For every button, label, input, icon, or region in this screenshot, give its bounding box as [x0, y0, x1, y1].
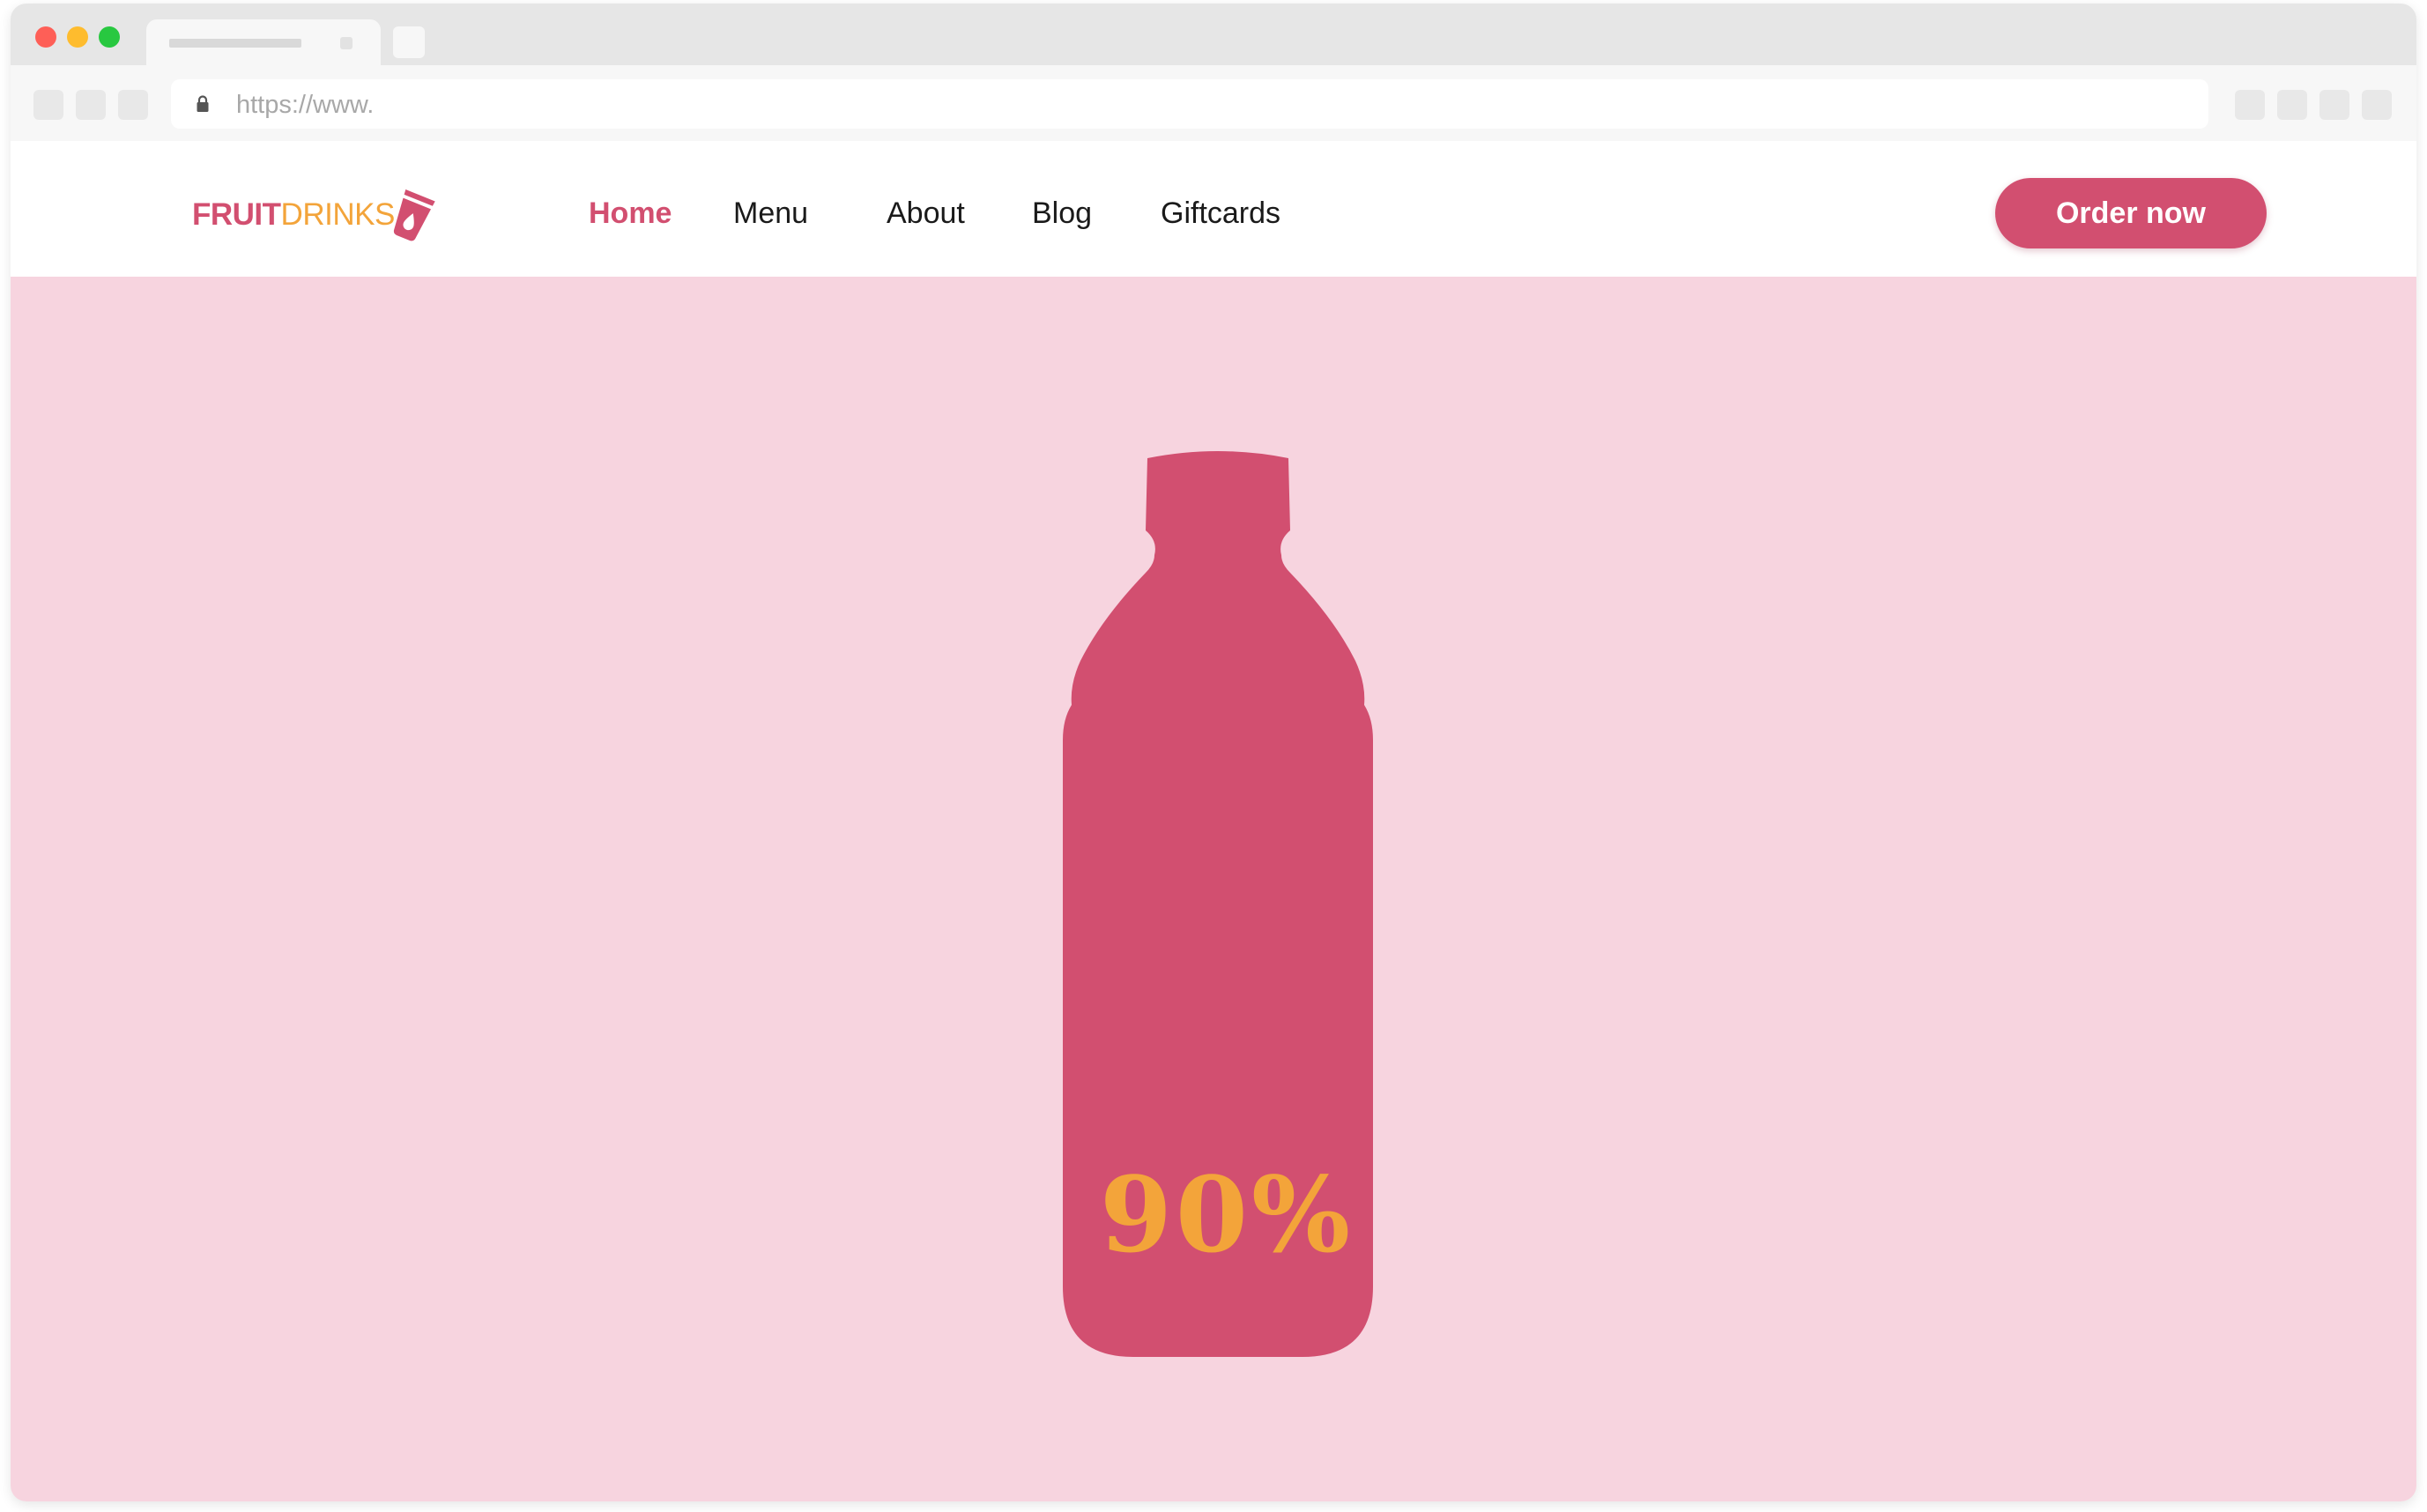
site-header: FRUITDRINKS Home Menu About Blog Giftcar… [11, 141, 2416, 277]
nav-blog[interactable]: Blog [1032, 196, 1092, 231]
browser-titlebar [11, 4, 2416, 65]
address-bar[interactable]: https://www. [171, 79, 2208, 129]
back-button[interactable] [33, 90, 63, 120]
extension-button-2[interactable] [2277, 90, 2307, 120]
maximize-window-button[interactable] [99, 26, 120, 48]
new-tab-button[interactable] [393, 26, 425, 58]
reload-button[interactable] [118, 90, 148, 120]
cup-icon [393, 189, 435, 241]
browser-tab[interactable] [146, 19, 381, 65]
close-window-button[interactable] [35, 26, 56, 48]
hero-section: 90% [11, 277, 2416, 1501]
tab-title-placeholder [169, 39, 301, 48]
extension-button-4[interactable] [2362, 90, 2392, 120]
forward-button[interactable] [76, 90, 106, 120]
url-text: https://www. [236, 91, 375, 119]
browser-toolbar: https://www. [11, 65, 2416, 141]
nav-menu[interactable]: Menu [733, 196, 808, 231]
nav-giftcards[interactable]: Giftcards [1161, 196, 1280, 231]
extension-button-3[interactable] [2319, 90, 2349, 120]
percent-label: 90% [1099, 1153, 1355, 1276]
lock-icon [197, 95, 209, 112]
extension-button-1[interactable] [2235, 90, 2265, 120]
browser-window: https://www. FRUITDRINKS Home Menu About… [11, 4, 2416, 1501]
brand-part-fruit: FRUIT [192, 197, 281, 232]
brand-wordmark: FRUITDRINKS [192, 197, 395, 233]
minimize-window-button[interactable] [67, 26, 88, 48]
nav-about[interactable]: About [887, 196, 965, 231]
brand-part-drinks: DRINKS [280, 197, 396, 232]
tab-close-icon[interactable] [340, 37, 353, 49]
order-now-button[interactable]: Order now [1995, 178, 2267, 248]
nav-home[interactable]: Home [589, 196, 672, 231]
